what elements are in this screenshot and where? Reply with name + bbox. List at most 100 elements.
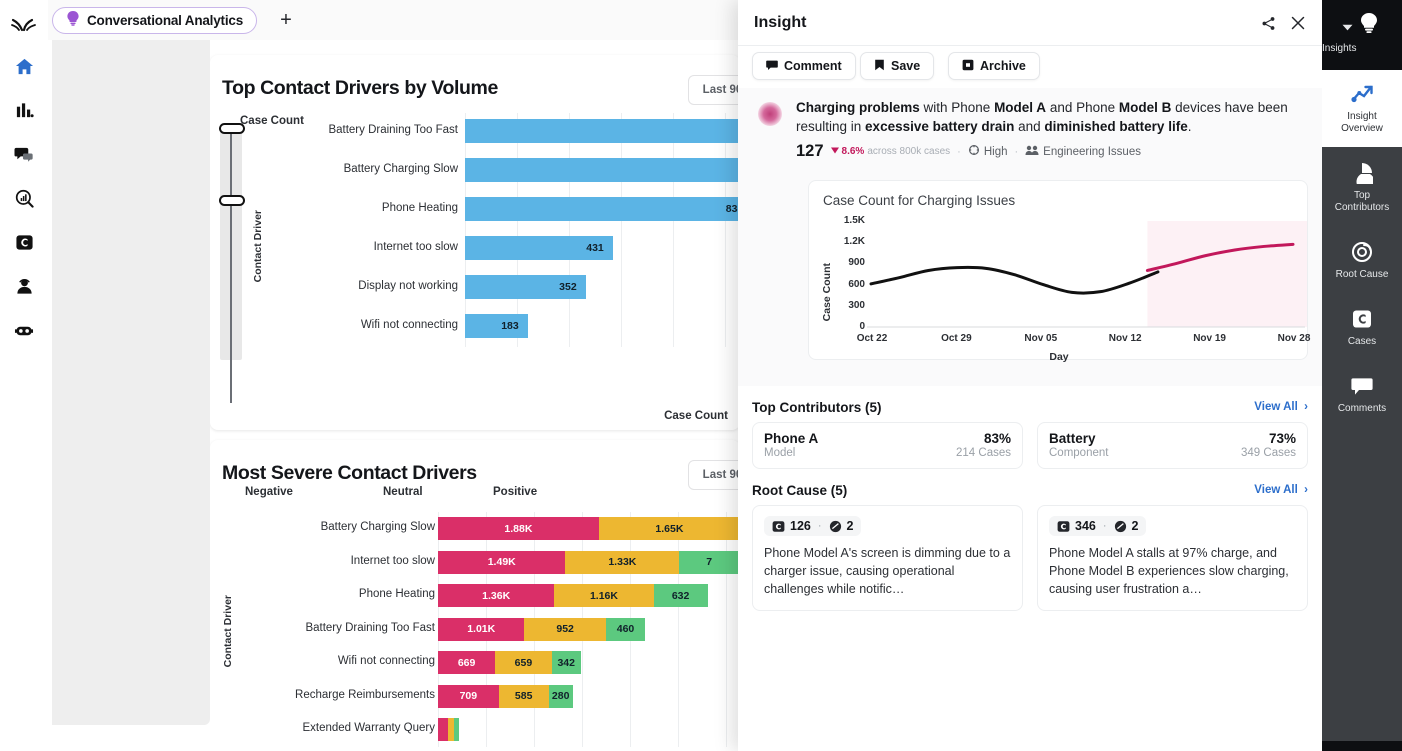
date-range-selector[interactable]: Last 90 Days (688, 75, 740, 105)
stacked-segment-negative[interactable]: 1.49K (438, 551, 565, 574)
legend-item: Negative (245, 486, 293, 498)
card-top-contact-drivers-volume: Top Contact Drivers by Volume Last 90 Da… (210, 55, 740, 430)
bar-category-label: Display not working (238, 280, 458, 292)
stacked-bar-wrapper (438, 718, 459, 741)
dashboard-content: Top Contact Drivers by Volume Last 90 Da… (210, 40, 740, 751)
stacked-segment-negative[interactable]: 709 (438, 685, 499, 708)
bar-category-label: Battery Draining Too Fast (210, 622, 435, 634)
bar-category-label: Extended Warranty Query (210, 722, 435, 734)
target-icon (1324, 240, 1400, 264)
team-icon (1025, 145, 1039, 159)
stacked-bar-row[interactable]: Extended Warranty Query (210, 713, 740, 747)
chevron-down-icon[interactable] (1342, 18, 1353, 36)
stacked-segment-negative[interactable]: 669 (438, 651, 495, 674)
stacked-segment-positive[interactable]: 460 (606, 618, 645, 641)
stacked-bar-chart-plot: Battery Charging Slow1.88K1.65KInternet … (210, 512, 740, 747)
bar-row[interactable]: Display not working 352 (210, 269, 740, 308)
bar-value-label: 183 (501, 320, 519, 332)
bar-chart-icon[interactable] (10, 96, 38, 124)
view-all-contributors-link[interactable]: View All › (1254, 401, 1308, 413)
nav-item-label: Top (1324, 190, 1400, 202)
search-insights-icon[interactable] (10, 184, 38, 212)
stacked-segment-neutral[interactable]: 1.33K (565, 551, 679, 574)
insight-nav-footer (1322, 741, 1402, 751)
bot-icon[interactable] (10, 316, 38, 344)
stacked-segment-neutral[interactable]: 585 (499, 685, 549, 708)
bar[interactable]: 922 (465, 158, 740, 182)
bar[interactable]: 431 (465, 236, 613, 260)
case-count-badge: 346 (1057, 519, 1096, 533)
stacked-segment-positive[interactable]: 280 (549, 685, 573, 708)
root-cause-text: Phone Model A stalls at 97% charge, and … (1049, 544, 1296, 598)
stacked-segment-negative[interactable]: 1.01K (438, 618, 524, 641)
root-cause-card-list: 126·2Phone Model A's screen is dimming d… (738, 505, 1322, 611)
root-cause-card[interactable]: 126·2Phone Model A's screen is dimming d… (752, 505, 1023, 611)
comment-button[interactable]: Comment (752, 52, 856, 80)
bar[interactable]: 183 (465, 314, 528, 338)
bar-row[interactable]: Battery Draining Too Fast 1.28K (210, 113, 740, 152)
agent-icon[interactable] (10, 272, 38, 300)
stacked-segment-positive[interactable] (454, 718, 458, 741)
stacked-segment-neutral[interactable]: 1.65K (599, 517, 740, 540)
nav-item-insight-overview[interactable]: InsightOverview (1322, 70, 1402, 147)
save-button[interactable]: Save (860, 52, 934, 80)
tab-conversational-analytics[interactable]: Conversational Analytics (52, 7, 257, 34)
badge-separator: · (818, 520, 822, 532)
bar-row[interactable]: Phone Heating838 (210, 191, 740, 230)
stacked-bar-row[interactable]: Wifi not connecting669659342 (210, 646, 740, 680)
chat-bubble-icon[interactable] (10, 140, 38, 168)
category-label: Engineering Issues (1043, 146, 1141, 158)
stacked-bar-row[interactable]: Battery Draining Too Fast1.01K952460 (210, 613, 740, 647)
stacked-segment-negative[interactable]: 1.36K (438, 584, 554, 607)
contributor-card[interactable]: Phone A83%Model214 Cases (752, 422, 1023, 469)
stacked-segment-positive[interactable]: 342 (552, 651, 581, 674)
nav-item-label-2: Overview (1324, 123, 1400, 135)
stacked-bar-row[interactable]: Internet too slow1.49K1.33K7 (210, 546, 740, 580)
stacked-bar-row[interactable]: Recharge Reimbursements709585280 (210, 680, 740, 714)
stacked-segment-neutral[interactable]: 1.16K (554, 584, 653, 607)
left-icon-rail (0, 0, 48, 751)
root-cause-badges: 346·2 (1049, 516, 1146, 536)
trend-up-icon (1324, 82, 1400, 106)
root-cause-card[interactable]: 346·2 Phone Model A stalls at 97% charge,… (1037, 505, 1308, 611)
brand-logo[interactable] (11, 12, 37, 38)
share-icon[interactable] (1258, 13, 1278, 33)
insight-count: 127 (796, 142, 824, 161)
archive-button[interactable]: Archive (948, 52, 1040, 80)
headline-part-7: and (1014, 119, 1044, 134)
nav-item-cases[interactable]: Cases (1322, 293, 1402, 360)
insight-nav-header[interactable]: Insights (1322, 0, 1402, 70)
insight-summary-region: Charging problems with Phone Model A and… (738, 88, 1322, 386)
new-tab-button[interactable]: + (276, 11, 296, 31)
cases-icon[interactable] (10, 228, 38, 256)
stacked-segment-neutral[interactable]: 659 (495, 651, 551, 674)
stacked-segment-positive[interactable]: 632 (654, 584, 708, 607)
insight-headline: Charging problems with Phone Model A and… (796, 98, 1296, 136)
stacked-bar-row[interactable]: Phone Heating1.36K1.16K632 (210, 579, 740, 613)
bar[interactable]: 838 (465, 197, 740, 221)
view-all-root-cause-link[interactable]: View All › (1254, 484, 1308, 496)
stacked-segment-negative[interactable]: 1.88K (438, 517, 599, 540)
bar-category-label: Wifi not connecting (238, 319, 458, 331)
bar[interactable]: 1.28K (465, 119, 740, 143)
bar-row[interactable]: Internet too slow431 (210, 230, 740, 269)
stacked-segment-positive[interactable]: 7 (679, 551, 739, 574)
stacked-segment-negative[interactable] (438, 718, 448, 741)
headline-part-8: diminished battery life (1044, 119, 1187, 134)
bar-category-label: Battery Draining Too Fast (238, 124, 458, 136)
bar[interactable]: 352 (465, 275, 586, 299)
contributor-card[interactable]: Battery73%Component349 Cases (1037, 422, 1308, 469)
bar-row[interactable]: Wifi not connecting 183 (210, 308, 740, 347)
close-icon[interactable] (1288, 13, 1308, 33)
stacked-bar-row[interactable]: Battery Charging Slow1.88K1.65K (210, 512, 740, 546)
chart-legend: NegativeNeutralPositive (210, 486, 740, 506)
lightbulb-icon (1359, 12, 1379, 39)
insight-delta: 8.6% across 800k cases (831, 146, 951, 157)
nav-item-top-contributors[interactable]: TopContributors (1322, 147, 1402, 226)
home-icon[interactable] (10, 52, 38, 80)
nav-item-root-cause[interactable]: Root Cause (1322, 226, 1402, 293)
bar-row[interactable]: Battery Charging Slow922 (210, 152, 740, 191)
cases-icon (1057, 520, 1070, 533)
nav-item-comments[interactable]: Comments (1322, 360, 1402, 427)
stacked-segment-neutral[interactable]: 952 (524, 618, 605, 641)
